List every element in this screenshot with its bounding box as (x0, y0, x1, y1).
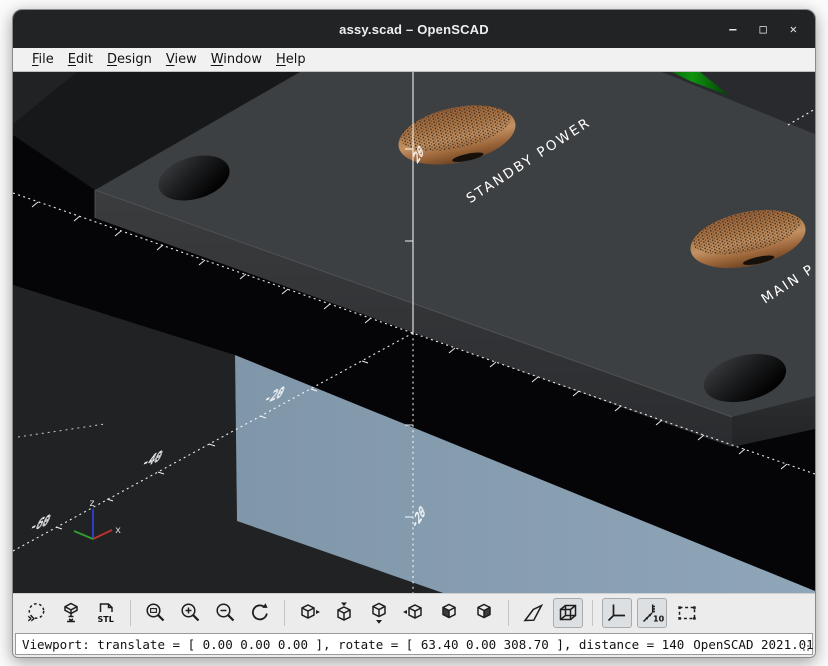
zoom-in-button[interactable] (175, 598, 205, 628)
menu-window-mnemonic: W (211, 52, 224, 67)
menu-view[interactable]: View (159, 50, 204, 69)
status-field: Viewport: translate = [ 0.00 0.00 0.00 ]… (15, 633, 813, 655)
menu-design[interactable]: Design (100, 50, 159, 69)
version-text: OpenSCAD 2021.01 (693, 637, 813, 652)
menu-file[interactable]: File (25, 50, 61, 69)
view-back-button[interactable] (469, 598, 499, 628)
render-button[interactable] (56, 598, 86, 628)
view-toolbar: » STL (13, 593, 815, 632)
menu-view-label: iew (174, 52, 196, 67)
view-top-button[interactable] (329, 598, 359, 628)
reset-view-button[interactable] (245, 598, 275, 628)
scale-markers-label: 10 (653, 615, 664, 624)
menu-edit-mnemonic: E (68, 52, 76, 67)
view-front-button[interactable] (434, 598, 464, 628)
menu-window[interactable]: Window (204, 50, 269, 69)
toolbar-separator (592, 600, 593, 626)
menu-design-mnemonic: D (107, 52, 117, 67)
statusbar: Viewport: translate = [ 0.00 0.00 0.00 ]… (13, 632, 815, 657)
export-stl-button[interactable]: STL (91, 598, 121, 628)
menu-edit-label: dit (76, 52, 93, 67)
toolbar-separator (508, 600, 509, 626)
menu-window-label: indow (223, 52, 262, 67)
axis-indicator-z-label: z (89, 498, 95, 509)
maximize-button[interactable]: □ (760, 23, 767, 35)
titlebar[interactable]: assy.scad – OpenSCAD – □ ✕ (13, 10, 815, 48)
axis-indicator-x-label: x (115, 525, 121, 536)
3d-viewport-canvas[interactable]: STANDBY POWER MAIN P (13, 72, 815, 593)
menubar: File Edit Design View Window Help (13, 48, 815, 72)
zoom-out-button[interactable] (210, 598, 240, 628)
close-button[interactable]: ✕ (790, 23, 797, 35)
menu-design-label: esign (117, 52, 152, 67)
view-orthogonal-button[interactable] (553, 598, 583, 628)
view-bottom-button[interactable] (364, 598, 394, 628)
minimize-button[interactable]: – (729, 23, 736, 35)
view-right-button[interactable] (294, 598, 324, 628)
menu-help[interactable]: Help (269, 50, 313, 69)
menu-file-label: ile (39, 52, 54, 67)
viewport-status-text: Viewport: translate = [ 0.00 0.00 0.00 ]… (22, 637, 684, 652)
show-axes-button[interactable] (602, 598, 632, 628)
openscad-window: assy.scad – OpenSCAD – □ ✕ File Edit Des… (12, 9, 816, 658)
view-left-button[interactable] (399, 598, 429, 628)
3d-viewport[interactable]: STANDBY POWER MAIN P (13, 72, 815, 593)
window-title: assy.scad – OpenSCAD (339, 22, 489, 37)
window-controls: – □ ✕ (729, 10, 797, 48)
menu-help-label: elp (286, 52, 306, 67)
stl-label: STL (98, 615, 114, 624)
menu-help-mnemonic: H (276, 52, 286, 67)
preview-button[interactable]: » (21, 598, 51, 628)
zoom-all-button[interactable] (140, 598, 170, 628)
toolbar-separator (130, 600, 131, 626)
show-scale-markers-button[interactable]: 10 (637, 598, 667, 628)
view-diagonal-button[interactable] (518, 598, 548, 628)
view-all-button[interactable] (672, 598, 702, 628)
toolbar-separator (284, 600, 285, 626)
menu-edit[interactable]: Edit (61, 50, 100, 69)
preview-glyph: » (27, 612, 35, 626)
